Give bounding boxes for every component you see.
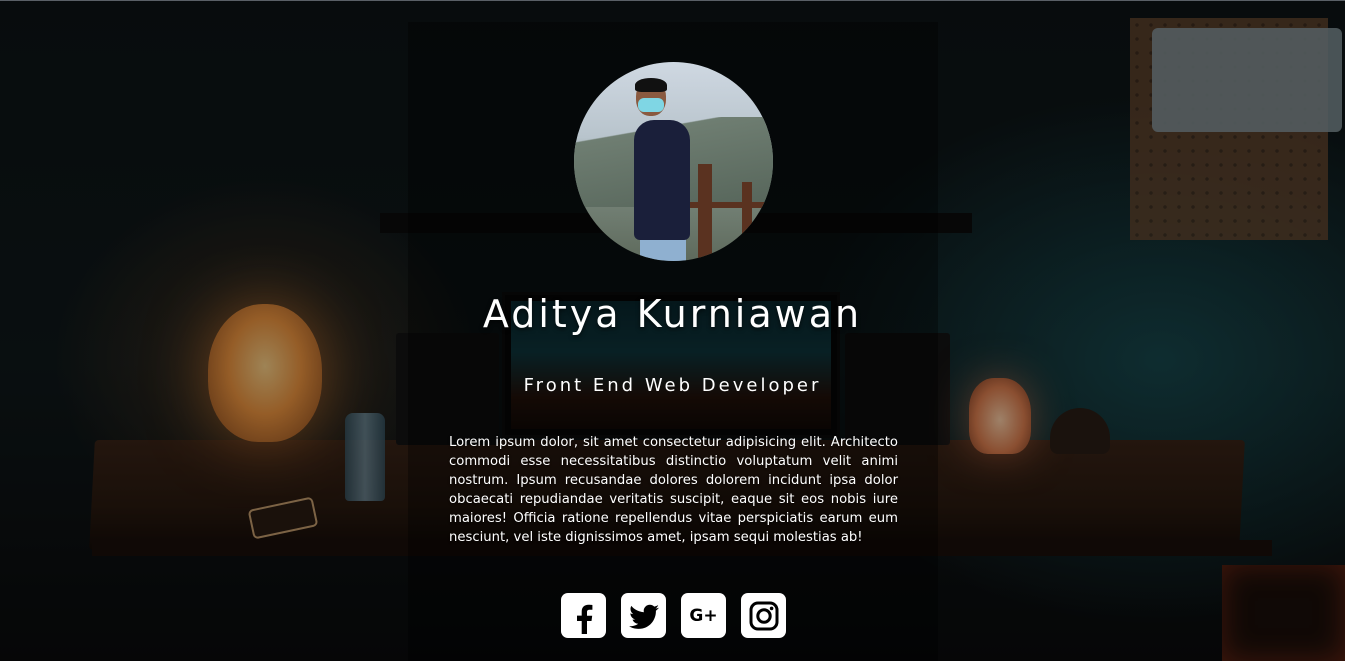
google-plus-link[interactable]: G+ [681,593,726,638]
instagram-icon [749,601,778,630]
twitter-link[interactable] [621,593,666,638]
profile-role: Front End Web Developer [523,375,822,396]
social-links: G+ [561,593,786,638]
avatar [574,62,773,261]
profile-bio: Lorem ipsum dolor, sit amet consectetur … [449,435,898,545]
twitter-icon [628,604,659,629]
top-border [0,0,1345,1]
facebook-icon [576,604,592,634]
google-plus-icon: G+ [689,605,718,626]
facebook-link[interactable] [561,593,606,638]
instagram-link[interactable] [741,593,786,638]
profile-name: Aditya Kurniawan [482,292,863,336]
